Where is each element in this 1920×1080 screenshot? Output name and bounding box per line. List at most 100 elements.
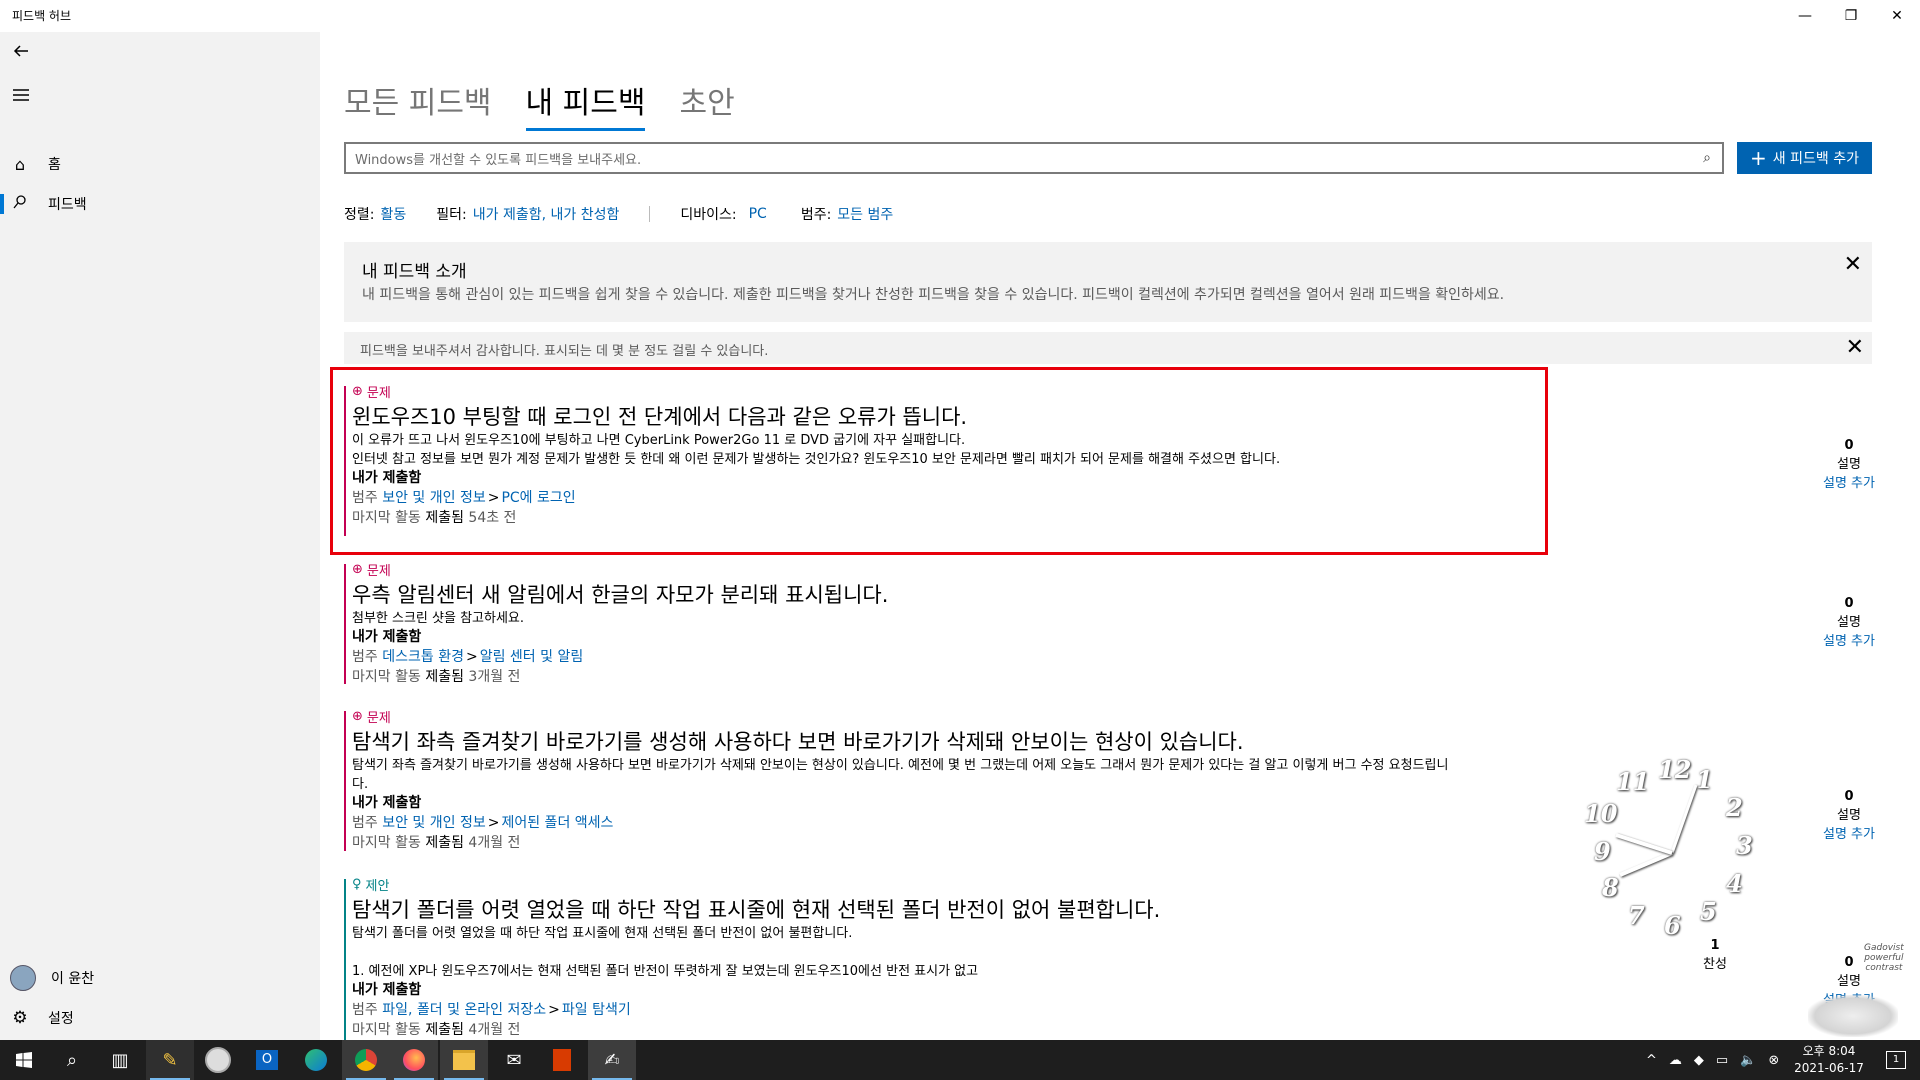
system-tray: ^ ☁ ◆ ▭ 🔈 ⊗: [1646, 1040, 1779, 1080]
add-comment-link[interactable]: 설명 추가: [1794, 823, 1904, 842]
comment-stats: 0 설명 설명 추가: [1794, 789, 1904, 842]
clock-app-icon[interactable]: [194, 1040, 242, 1080]
task-view-icon[interactable]: ▥: [96, 1040, 144, 1080]
feedback-item[interactable]: ⊕ 문제 우측 알림센터 새 알림에서 한글의 자모가 분리돼 표시됩니다. 첨부…: [344, 560, 1875, 715]
file-explorer-icon[interactable]: [440, 1040, 488, 1080]
subcategory-link[interactable]: 파일 탐색기: [562, 1002, 631, 1018]
category-link[interactable]: 파일, 폴더 및 온라인 저장소: [382, 1002, 546, 1018]
office-icon[interactable]: [538, 1040, 586, 1080]
back-arrow-icon: [13, 45, 28, 57]
intro-description: 내 피드백을 통해 관심이 있는 피드백을 쉽게 찾을 수 있습니다. 제출한 …: [362, 287, 1505, 303]
feedback-accent-bar: [344, 879, 346, 1044]
feedback-type: ⊕ 문제: [352, 562, 391, 579]
add-comment-link[interactable]: 설명 추가: [1794, 472, 1904, 491]
category-label: 범주:: [800, 207, 832, 223]
comment-count: 0: [1844, 789, 1854, 804]
taskbar-clock[interactable]: 오후 8:04 2021-06-17: [1784, 1043, 1874, 1077]
minimize-button[interactable]: —: [1782, 0, 1828, 32]
feedback-type: ♀ 제안: [352, 877, 390, 894]
feedback-accent-bar: [344, 711, 346, 851]
filter-value[interactable]: 내가 제출함, 내가 찬성함: [473, 204, 620, 224]
taskbar: ⌕ ▥ ✎ O ✉ ✍ ^ ☁ ◆ ▭ 🔈 ⊗ 오후 8:04 2021-06-…: [0, 1040, 1920, 1080]
network-icon[interactable]: ▭: [1716, 1053, 1728, 1068]
sidebar-item-label: 홈: [48, 157, 61, 173]
feedback-accent-bar: [344, 564, 346, 684]
sidebar-item-feedback[interactable]: 피드백: [0, 184, 320, 224]
gear-icon: ⚙: [12, 1008, 28, 1028]
sort-value[interactable]: 활동: [380, 204, 406, 224]
submitted-by-me: 내가 제출함: [352, 982, 422, 998]
problem-icon: ⊕: [352, 709, 363, 724]
comment-label: 설명: [1837, 615, 1861, 630]
feedback-title[interactable]: 우측 알림센터 새 알림에서 한글의 자모가 분리돼 표시됩니다.: [352, 581, 1652, 609]
notification-center-icon[interactable]: 1: [1872, 1040, 1920, 1080]
category-link[interactable]: 데스크톱 환경: [382, 649, 464, 665]
add-new-feedback-button[interactable]: + 새 피드백 추가: [1737, 142, 1872, 174]
sidebar: ⌂ 홈 피드백: [0, 32, 320, 1040]
feedback-title[interactable]: 탐색기 좌측 즐겨찾기 바로가기를 생성해 사용하다 보면 바로가기가 삭제돼 …: [352, 728, 1652, 756]
intro-banner: 내 피드백 소개 내 피드백을 통해 관심이 있는 피드백을 쉽게 찾을 수 있…: [344, 242, 1872, 322]
comment-label: 설명: [1837, 457, 1861, 472]
feedback-description-line: [352, 943, 1652, 962]
chevron-up-icon[interactable]: ^: [1646, 1053, 1657, 1068]
user-name: 이 윤찬: [51, 971, 95, 987]
close-icon[interactable]: ✕: [1844, 252, 1862, 277]
outlook-icon[interactable]: O: [243, 1040, 291, 1080]
subcategory-link[interactable]: 제어된 폴더 액세스: [501, 815, 613, 831]
sidebar-item-label: 피드백: [48, 197, 87, 213]
volume-icon[interactable]: 🔈: [1740, 1053, 1756, 1068]
tab-my-feedback[interactable]: 내 피드백: [525, 78, 646, 131]
taskbar-date: 2021-06-17: [1794, 1061, 1864, 1075]
filter-bar: 정렬: 활동 필터: 내가 제출함, 내가 찬성함 디바이스: PC 범주: 모…: [344, 204, 893, 224]
firefox-icon[interactable]: [390, 1040, 438, 1080]
search-icon[interactable]: ⌕: [48, 1040, 96, 1080]
search-input[interactable]: Windows를 개선할 수 있도록 피드백을 보내주세요.: [346, 149, 1692, 168]
pen-app-icon[interactable]: ✎: [146, 1040, 194, 1080]
problem-icon: ⊕: [352, 562, 363, 577]
feedback-category: 범주 파일, 폴더 및 온라인 저장소 > 파일 탐색기: [352, 1002, 631, 1018]
settings-label: 설정: [48, 1011, 74, 1027]
mail-icon[interactable]: ✉: [490, 1040, 538, 1080]
chrome-icon[interactable]: [342, 1040, 390, 1080]
onedrive-icon[interactable]: ☁: [1669, 1053, 1682, 1068]
feedback-category: 범주 데스크톱 환경 > 알림 센터 및 알림: [352, 649, 584, 665]
comment-stats: 0 설명 설명 추가: [1794, 438, 1904, 491]
device-label: 디바이스:: [680, 207, 737, 223]
back-button[interactable]: [6, 36, 36, 66]
device-value[interactable]: PC: [749, 206, 767, 222]
status-icon[interactable]: ⊗: [1768, 1053, 1779, 1068]
search-icon[interactable]: ⌕: [1692, 150, 1722, 166]
add-comment-link[interactable]: 설명 추가: [1794, 630, 1904, 649]
menu-button[interactable]: [6, 80, 36, 110]
sidebar-item-home[interactable]: ⌂ 홈: [0, 144, 320, 184]
dropbox-icon[interactable]: ◆: [1694, 1053, 1704, 1068]
windows-start-icon[interactable]: [0, 1040, 48, 1080]
gadget-caption: Gadovist powerful contrast: [1864, 943, 1904, 973]
tab-all-feedback[interactable]: 모든 피드백: [344, 78, 492, 131]
subcategory-link[interactable]: 알림 센터 및 알림: [480, 649, 584, 665]
tab-drafts[interactable]: 초안: [679, 78, 734, 131]
user-account[interactable]: 이 윤찬: [0, 958, 320, 998]
notification-count: 1: [1886, 1051, 1906, 1069]
maximize-button[interactable]: ❐: [1828, 0, 1874, 32]
plus-icon: +: [1750, 146, 1767, 170]
feedback-hub-icon[interactable]: ✍: [588, 1040, 636, 1080]
highlight-box: [330, 367, 1548, 555]
feedback-description-line: 탐색기 폴더를 어렷 열었을 때 하단 작업 표시줄에 현재 선택된 폴더 반전…: [352, 926, 853, 941]
mascot-image: [1808, 995, 1898, 1037]
submitted-by-me: 내가 제출함: [352, 795, 422, 811]
title-bar: 피드백 허브 — ❐ ✕: [0, 0, 1920, 32]
category-link[interactable]: 보안 및 개인 정보: [382, 815, 486, 831]
edge-icon[interactable]: [292, 1040, 340, 1080]
feedback-description-line: 1. 예전에 XP나 윈도우즈7에서는 현재 선택된 폴더 반전이 뚜렷하게 잘…: [352, 964, 979, 979]
hamburger-icon: [13, 89, 29, 101]
category-value[interactable]: 모든 범주: [837, 204, 893, 224]
feedback-title[interactable]: 탐색기 폴더를 어렷 열었을 때 하단 작업 표시줄에 현재 선택된 폴더 반전…: [352, 896, 1652, 924]
settings-item[interactable]: ⚙ 설정: [0, 998, 320, 1038]
comment-label: 설명: [1837, 808, 1861, 823]
minimize-icon: —: [1798, 8, 1812, 24]
close-button[interactable]: ✕: [1874, 0, 1920, 32]
search-box[interactable]: Windows를 개선할 수 있도록 피드백을 보내주세요. ⌕: [344, 142, 1724, 174]
close-icon[interactable]: ✕: [1846, 335, 1864, 360]
last-activity: 마지막 활동 제출됨 4개월 전: [352, 835, 521, 851]
